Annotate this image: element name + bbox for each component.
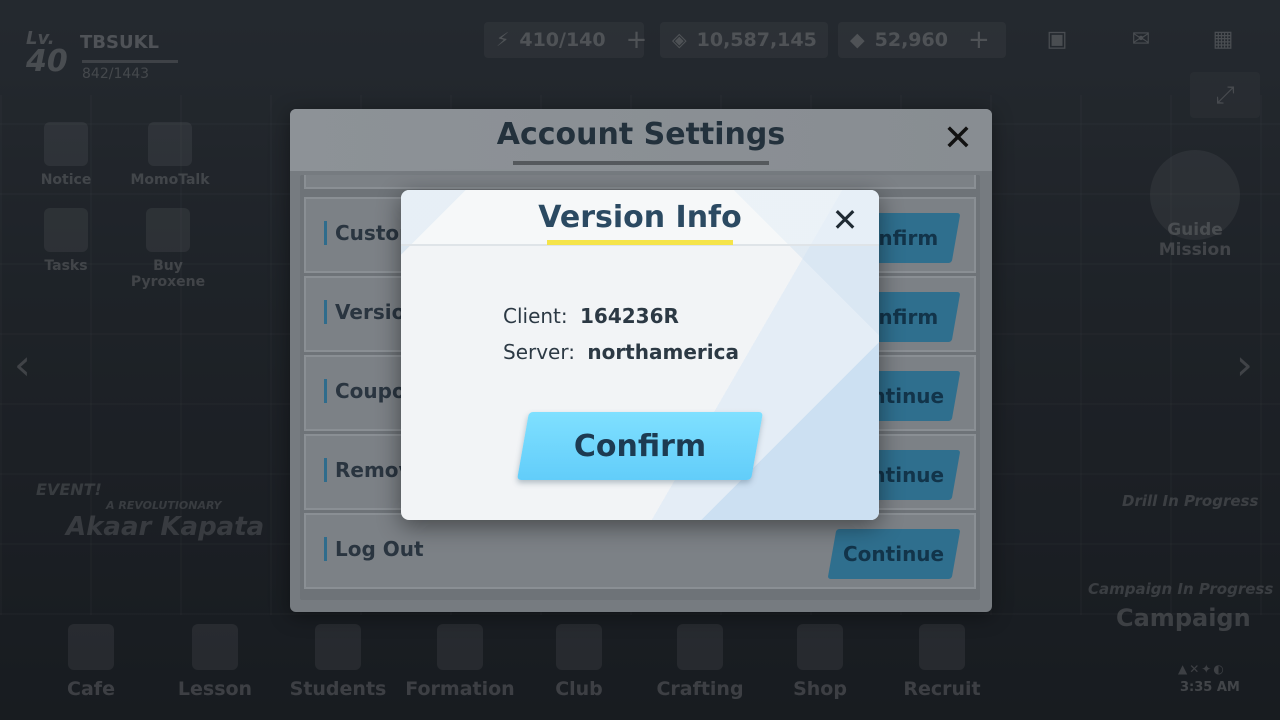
title-underline xyxy=(547,240,733,245)
confirm-button[interactable]: Confirm xyxy=(517,412,763,480)
list-item: Log Out Continue xyxy=(304,513,976,589)
row-label: Log Out xyxy=(324,537,424,561)
title-underline xyxy=(513,161,769,165)
confirm-label: Confirm xyxy=(573,428,707,464)
client-info: Client: 164236R xyxy=(503,304,679,328)
version-info-modal: Version Info ✕ Client: 164236R Server: n… xyxy=(401,190,879,520)
client-label: Client: xyxy=(503,304,568,328)
server-value: northamerica xyxy=(587,340,739,364)
close-icon[interactable]: ✕ xyxy=(827,202,863,238)
server-label: Server: xyxy=(503,340,575,364)
account-settings-title: Account Settings xyxy=(496,117,786,152)
modal-title: Version Info xyxy=(538,200,742,235)
list-item xyxy=(304,175,976,189)
server-info: Server: northamerica xyxy=(503,340,739,364)
close-icon[interactable]: ✕ xyxy=(938,119,978,159)
logout-continue-button[interactable]: Continue xyxy=(827,529,961,579)
client-value: 164236R xyxy=(580,304,679,328)
